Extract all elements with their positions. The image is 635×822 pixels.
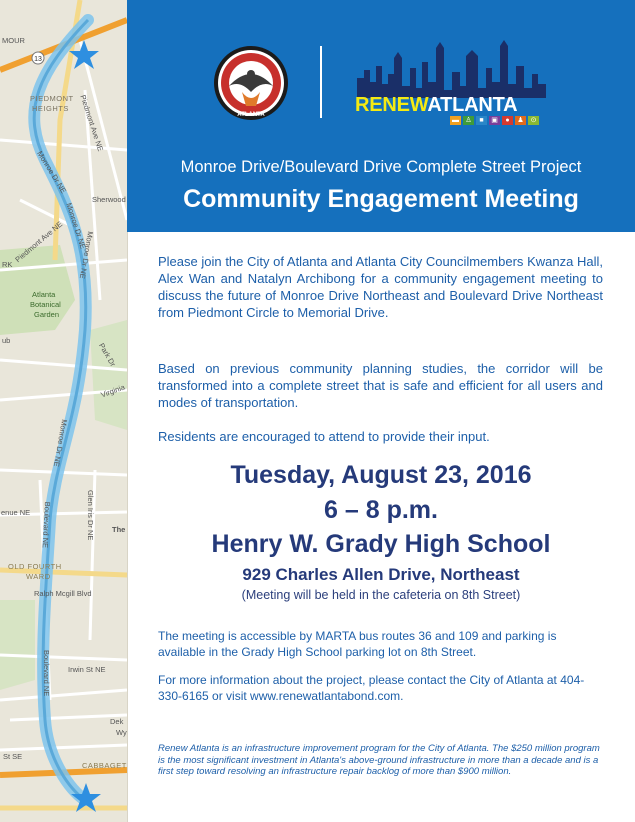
map-label: WARD	[26, 572, 51, 581]
svg-text:ATLANTA: ATLANTA	[237, 112, 265, 118]
map-label: Dek	[110, 717, 124, 726]
transport-mode-icons: ▬ ♙ ■ ▣ ● ♟ ⊙	[450, 116, 539, 125]
transit-info: The meeting is accessible by MARTA bus r…	[158, 629, 557, 659]
map-graphic: 13	[0, 0, 127, 812]
pedestrian-icon: ♙	[463, 116, 474, 125]
wordmark-renew: RENEW	[355, 94, 428, 116]
map-label: Sherwood	[92, 195, 126, 204]
event-address: 929 Charles Allen Drive, Northeast	[242, 565, 520, 584]
event-date: Tuesday, August 23, 2016	[230, 461, 532, 489]
map-label: MOUR	[2, 36, 25, 45]
renew-atlanta-wordmark: RENEWATLANTA	[355, 94, 518, 117]
map-label: The	[112, 525, 126, 534]
map-label: Wy	[116, 728, 127, 737]
bus-icon: ▣	[489, 116, 500, 125]
project-name: Monroe Drive/Boulevard Drive Complete St…	[180, 158, 582, 176]
map-label: Garden	[34, 310, 60, 319]
map-label: PIEDMONT	[30, 94, 74, 103]
map-label: Irwin St NE	[68, 665, 106, 674]
svg-text:13: 13	[34, 56, 42, 63]
park-area	[0, 600, 35, 690]
map-label: Botanical	[30, 300, 61, 309]
map-label: enue NE	[1, 508, 31, 517]
map-label: CABBAGET	[82, 761, 127, 770]
map-label: OLD FOURTH	[8, 562, 62, 571]
map-label: HEIGHTS	[32, 104, 69, 113]
map-label: Boulevard NE	[40, 501, 52, 549]
road-icon: ▬	[450, 116, 461, 125]
map-label: Boulevard NE	[42, 650, 51, 697]
planning-paragraph: Based on previous community planning stu…	[158, 361, 603, 410]
city-seal-icon: ATLANTA	[214, 46, 288, 120]
park-area	[90, 320, 127, 430]
person-icon: ♟	[515, 116, 526, 125]
map-label: Atlanta	[32, 290, 56, 299]
invitation-paragraph: Please join the City of Atlanta and Atla…	[158, 254, 603, 320]
signal-icon: ●	[502, 116, 513, 125]
residents-paragraph: Residents are encouraged to attend to pr…	[158, 429, 490, 444]
map-label: St SE	[3, 752, 23, 761]
contact-info: For more information about the project, …	[158, 673, 585, 703]
route-marker: 13	[31, 51, 45, 65]
event-venue: Henry W. Grady High School	[211, 530, 551, 558]
event-time: 6 – 8 p.m.	[324, 496, 438, 524]
map-label: Glen Iris Dr NE	[86, 490, 95, 541]
header-divider	[320, 46, 322, 118]
wordmark-atlanta: ATLANTA	[427, 94, 518, 116]
program-footer-note: Renew Atlanta is an infrastructure impro…	[158, 743, 600, 778]
map-label: ub	[2, 336, 11, 345]
bicycle-icon: ⊙	[528, 116, 539, 125]
map-label: RK	[2, 260, 13, 269]
location-note: (Meeting will be held in the cafeteria o…	[241, 588, 521, 602]
car-icon: ■	[476, 116, 487, 125]
meeting-title: Community Engagement Meeting	[183, 185, 579, 213]
corridor-map: 13 MOUR PIEDMONT HEIGHTS Piedmont Ave NE…	[0, 0, 128, 822]
map-label: Ralph Mcgill Blvd	[34, 589, 92, 598]
